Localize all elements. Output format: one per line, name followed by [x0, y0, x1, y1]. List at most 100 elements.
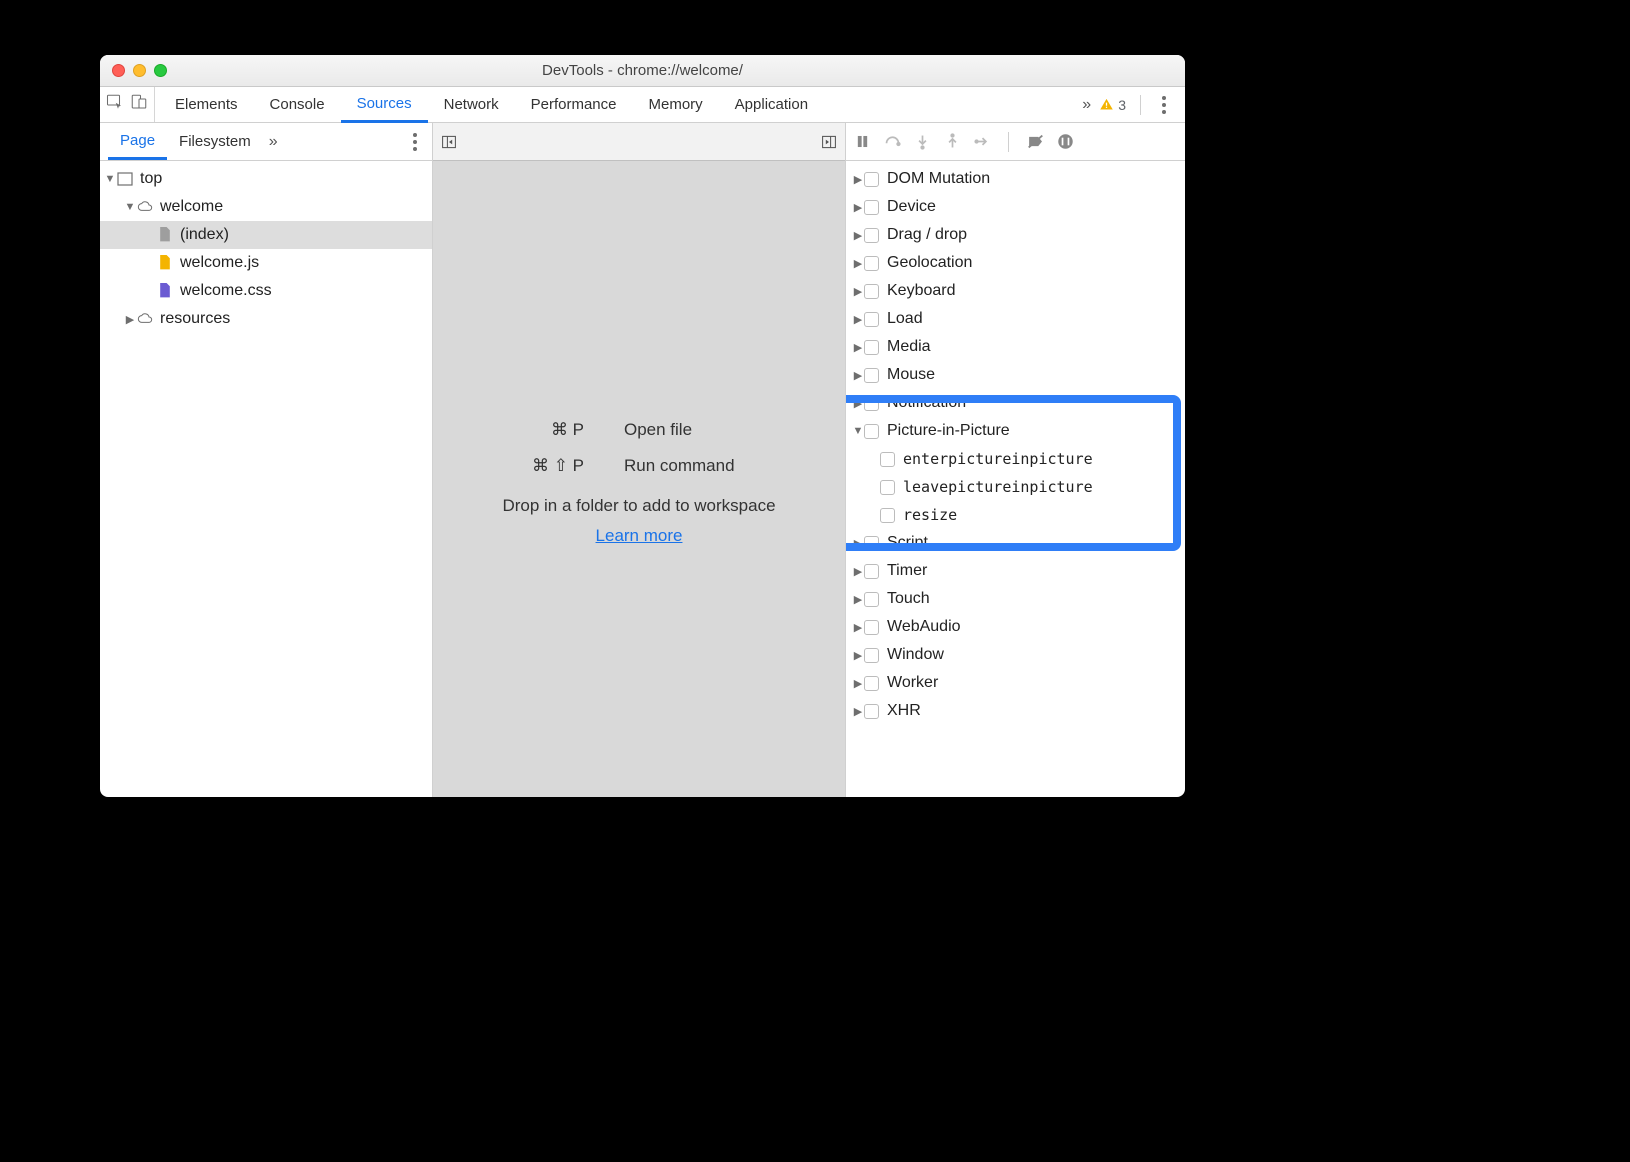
breakpoint-checkbox[interactable]: [864, 256, 879, 271]
breakpoint-category[interactable]: Keyboard: [846, 277, 1185, 305]
tab-sources[interactable]: Sources: [341, 87, 428, 123]
step-icon[interactable]: [972, 132, 992, 152]
learn-more-link[interactable]: Learn more: [596, 526, 683, 546]
breakpoint-category[interactable]: XHR: [846, 697, 1185, 725]
pause-on-exceptions-icon[interactable]: [1055, 132, 1075, 152]
chevron-right-icon[interactable]: [852, 341, 864, 354]
breakpoint-checkbox[interactable]: [864, 284, 879, 299]
breakpoint-checkbox[interactable]: [864, 396, 879, 411]
file-tree: top welcome (index) welcome.js we: [100, 161, 432, 797]
tab-elements[interactable]: Elements: [159, 87, 254, 122]
breakpoint-category[interactable]: Mouse: [846, 361, 1185, 389]
breakpoint-category[interactable]: Script: [846, 529, 1185, 557]
tab-performance[interactable]: Performance: [515, 87, 633, 122]
inspect-element-icon[interactable]: [106, 93, 124, 116]
tree-node-index[interactable]: (index): [100, 221, 432, 249]
breakpoint-category[interactable]: Timer: [846, 557, 1185, 585]
breakpoint-category[interactable]: Geolocation: [846, 249, 1185, 277]
tree-node-css[interactable]: welcome.css: [100, 277, 432, 305]
tree-node-resources[interactable]: resources: [100, 305, 432, 333]
breakpoint-checkbox[interactable]: [864, 340, 879, 355]
navigator-menu-icon[interactable]: [406, 133, 424, 151]
breakpoint-category[interactable]: Drag / drop: [846, 221, 1185, 249]
breakpoint-category[interactable]: Device: [846, 193, 1185, 221]
breakpoint-checkbox[interactable]: [864, 172, 879, 187]
breakpoint-checkbox[interactable]: [864, 704, 879, 719]
chevron-right-icon[interactable]: [852, 229, 864, 242]
breakpoint-category[interactable]: Worker: [846, 669, 1185, 697]
breakpoint-checkbox[interactable]: [864, 424, 879, 439]
chevron-right-icon[interactable]: [852, 649, 864, 662]
hide-debugger-icon[interactable]: [819, 132, 839, 152]
cloud-icon: [136, 310, 154, 328]
breakpoint-category[interactable]: Window: [846, 641, 1185, 669]
tab-console[interactable]: Console: [254, 87, 341, 122]
breakpoint-checkbox[interactable]: [864, 200, 879, 215]
tab-network[interactable]: Network: [428, 87, 515, 122]
breakpoint-category[interactable]: DOM Mutation: [846, 165, 1185, 193]
breakpoint-checkbox[interactable]: [880, 480, 895, 495]
chevron-down-icon[interactable]: [852, 425, 864, 437]
chevron-right-icon[interactable]: [852, 285, 864, 298]
window-title: DevTools - chrome://welcome/: [100, 62, 1185, 79]
chevron-down-icon[interactable]: [104, 173, 116, 185]
chevron-right-icon[interactable]: [852, 621, 864, 634]
breakpoint-checkbox[interactable]: [864, 536, 879, 551]
warnings-badge[interactable]: 3: [1099, 97, 1126, 113]
chevron-right-icon[interactable]: [852, 705, 864, 718]
step-out-icon[interactable]: [942, 132, 962, 152]
breakpoint-checkbox[interactable]: [864, 648, 879, 663]
breakpoint-category[interactable]: Notification: [846, 389, 1185, 417]
breakpoint-checkbox[interactable]: [864, 592, 879, 607]
breakpoint-checkbox[interactable]: [864, 368, 879, 383]
breakpoint-category[interactable]: WebAudio: [846, 613, 1185, 641]
editor-toolbar: [433, 123, 845, 161]
chevron-right-icon[interactable]: [852, 565, 864, 578]
breakpoint-checkbox[interactable]: [864, 620, 879, 635]
devtools-menu-icon[interactable]: [1155, 96, 1173, 114]
breakpoint-checkbox[interactable]: [880, 452, 895, 467]
breakpoint-category[interactable]: Touch: [846, 585, 1185, 613]
chevron-right-icon[interactable]: [852, 537, 864, 550]
chevron-right-icon[interactable]: [852, 677, 864, 690]
tree-node-js[interactable]: welcome.js: [100, 249, 432, 277]
chevron-right-icon[interactable]: [852, 593, 864, 606]
debugger-pane: DOM MutationDeviceDrag / dropGeolocation…: [846, 123, 1185, 797]
chevron-right-icon[interactable]: [852, 257, 864, 270]
tree-node-welcome[interactable]: welcome: [100, 193, 432, 221]
step-over-icon[interactable]: [882, 132, 902, 152]
hide-navigator-icon[interactable]: [439, 132, 459, 152]
chevron-down-icon[interactable]: [124, 201, 136, 213]
chevron-right-icon[interactable]: [124, 313, 136, 326]
breakpoint-checkbox[interactable]: [864, 564, 879, 579]
breakpoint-category[interactable]: Media: [846, 333, 1185, 361]
breakpoint-event[interactable]: leavepictureinpicture: [846, 473, 1185, 501]
breakpoint-event[interactable]: enterpictureinpicture: [846, 445, 1185, 473]
step-into-icon[interactable]: [912, 132, 932, 152]
tab-memory[interactable]: Memory: [633, 87, 719, 122]
chevron-right-icon[interactable]: [852, 201, 864, 214]
tree-node-top[interactable]: top: [100, 165, 432, 193]
chevron-right-icon[interactable]: [852, 397, 864, 410]
breakpoint-category[interactable]: Picture-in-Picture: [846, 417, 1185, 445]
breakpoint-checkbox[interactable]: [864, 676, 879, 691]
chevron-right-icon[interactable]: [852, 369, 864, 382]
navigator-tab-page[interactable]: Page: [108, 123, 167, 160]
chevron-right-icon[interactable]: [852, 173, 864, 186]
breakpoint-event[interactable]: resize: [846, 501, 1185, 529]
navigator-tab-filesystem[interactable]: Filesystem: [167, 123, 263, 160]
pause-icon[interactable]: [852, 132, 872, 152]
tab-application[interactable]: Application: [719, 87, 824, 122]
tree-label: welcome.css: [180, 282, 272, 300]
breakpoint-checkbox[interactable]: [864, 312, 879, 327]
toggle-device-icon[interactable]: [130, 93, 148, 116]
navigator-overflow-icon[interactable]: »: [269, 133, 278, 151]
tabs-overflow-icon[interactable]: »: [1082, 96, 1091, 114]
breakpoint-label: Window: [887, 646, 944, 664]
event-listener-breakpoints: DOM MutationDeviceDrag / dropGeolocation…: [846, 161, 1185, 797]
chevron-right-icon[interactable]: [852, 313, 864, 326]
deactivate-breakpoints-icon[interactable]: [1025, 132, 1045, 152]
breakpoint-category[interactable]: Load: [846, 305, 1185, 333]
breakpoint-checkbox[interactable]: [864, 228, 879, 243]
breakpoint-checkbox[interactable]: [880, 508, 895, 523]
